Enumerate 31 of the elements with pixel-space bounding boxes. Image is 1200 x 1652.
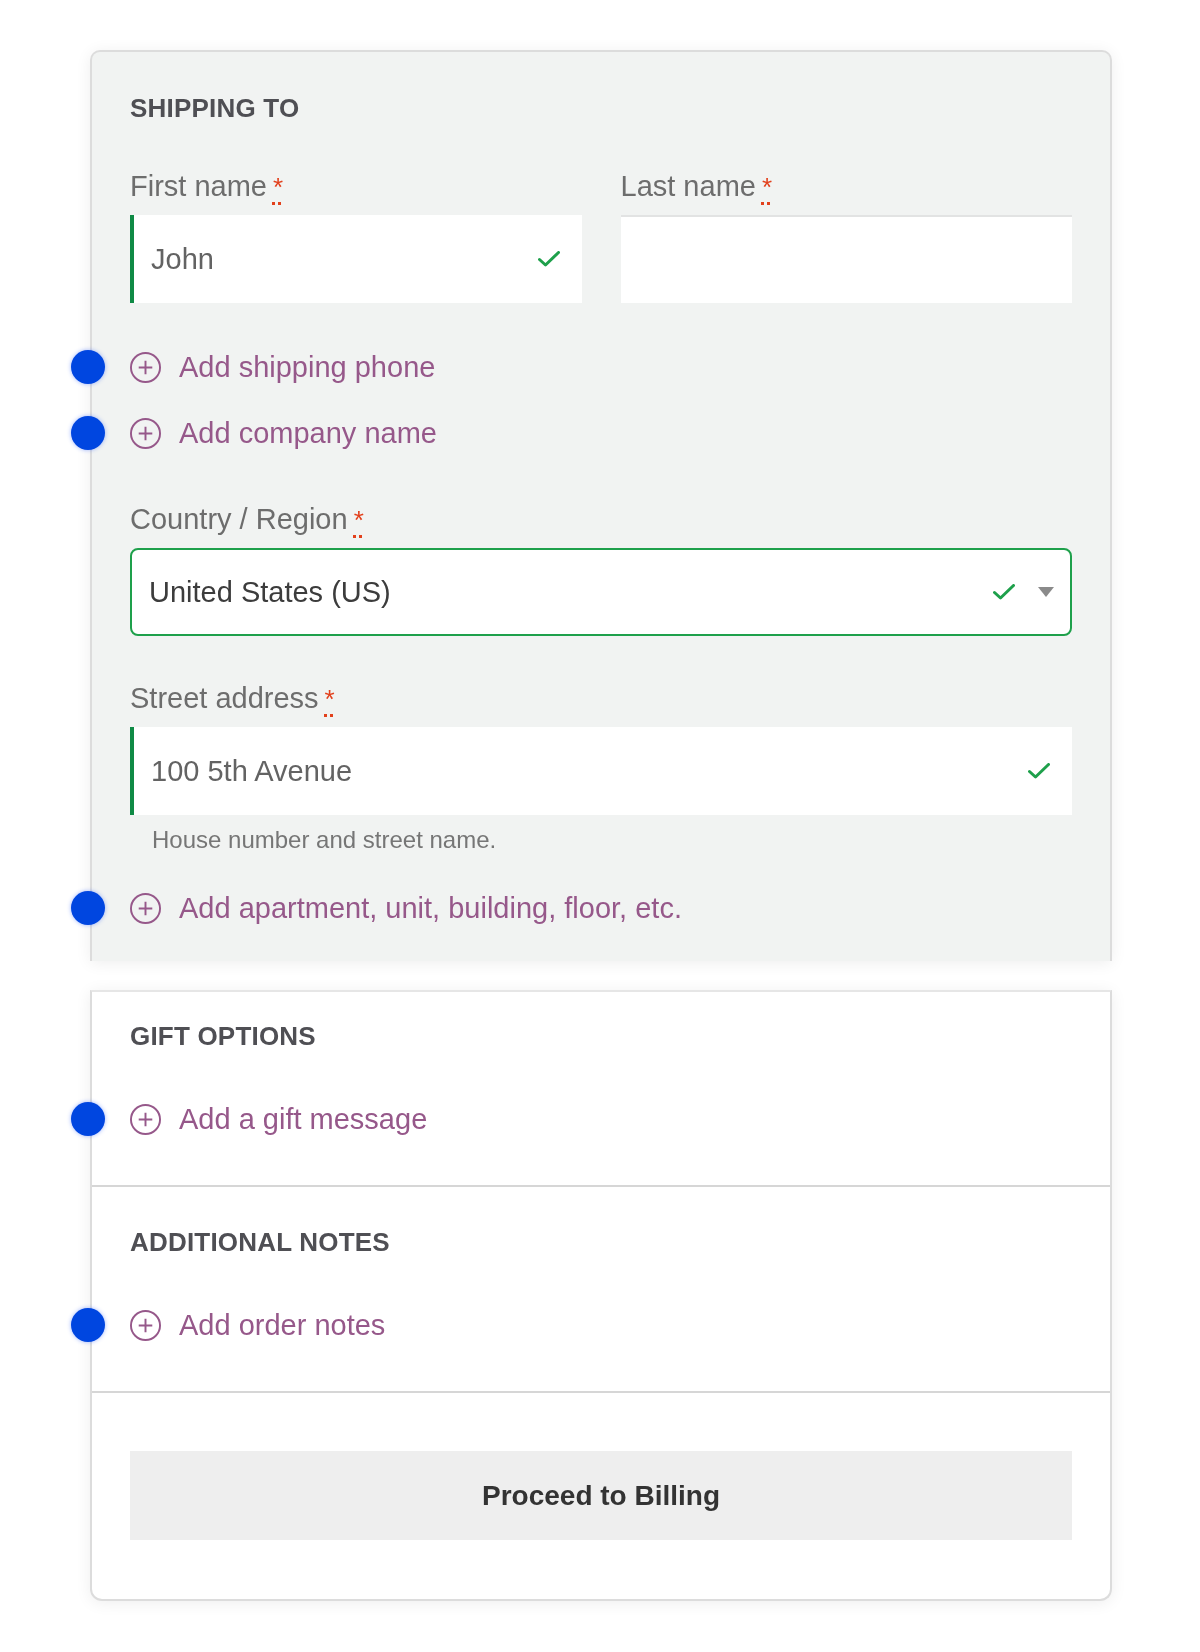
section-heading: ADDITIONAL NOTES — [130, 1226, 390, 1258]
add-link[interactable]: Add apartment, unit, building, floor, etc. — [130, 888, 682, 928]
plus-circle-icon — [130, 1103, 161, 1135]
add-link[interactable]: Add a gift message — [130, 1099, 428, 1139]
text-field[interactable]: 100 5th Avenue — [130, 727, 1072, 815]
section-heading: GIFT OPTIONS — [130, 1020, 316, 1052]
required-asterisk: * — [353, 505, 364, 535]
field-label: First name — [130, 169, 267, 204]
plus-circle-icon — [130, 351, 161, 383]
check-icon — [1028, 763, 1050, 779]
check-icon — [537, 251, 560, 267]
field-hint: House number and street name. — [152, 826, 497, 854]
proceed-button[interactable]: Proceed to Billing — [130, 1451, 1072, 1540]
text-field[interactable] — [620, 215, 1072, 303]
add-link[interactable]: Add shipping phone — [130, 347, 436, 387]
field-label: Country / Region — [130, 502, 348, 537]
caret-down-icon — [1038, 587, 1054, 597]
add-link[interactable]: Add company name — [130, 413, 437, 453]
required-asterisk: * — [761, 172, 773, 202]
section-heading: SHIPPING TO — [130, 92, 300, 124]
plus-circle-icon — [130, 892, 161, 924]
field-label: Street address — [130, 681, 319, 716]
plus-circle-icon — [130, 417, 161, 449]
add-link[interactable]: Add order notes — [130, 1305, 386, 1345]
text-field[interactable]: John — [130, 215, 582, 303]
dropdown-field[interactable]: United States (US) — [130, 548, 1072, 636]
field-label: Last name — [620, 169, 756, 204]
plus-circle-icon — [130, 1309, 161, 1341]
required-asterisk: * — [273, 172, 284, 202]
check-icon — [993, 584, 1015, 600]
required-asterisk: * — [324, 684, 335, 714]
